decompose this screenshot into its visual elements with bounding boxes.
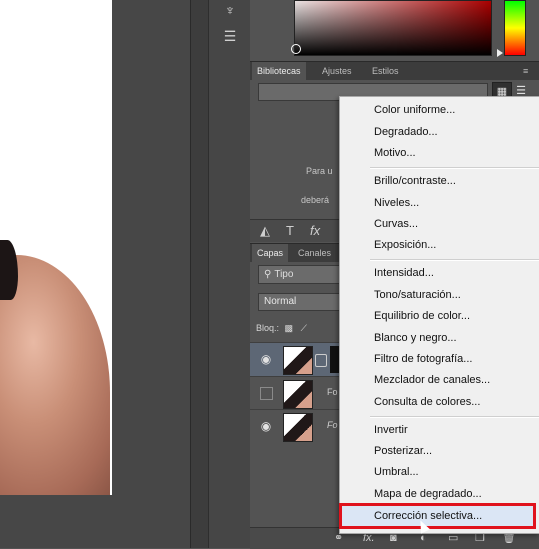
menu-separator xyxy=(370,259,539,261)
library-tabbar: Bibliotecas Ajustes Estilos ≡ xyxy=(250,61,539,80)
tab-canales[interactable]: Canales xyxy=(293,244,336,262)
color-swatch-add-icon[interactable]: ◭ xyxy=(260,220,270,242)
menu-item-intensidad[interactable]: Intensidad... xyxy=(374,263,434,283)
hue-slider[interactable] xyxy=(504,0,526,56)
panel-menu-icon[interactable]: ≡ xyxy=(518,62,533,80)
layer-filter-select[interactable]: ⚲ Tipo xyxy=(258,265,342,284)
menu-item-motivo[interactable]: Motivo... xyxy=(374,143,416,163)
library-info-line1: Para u xyxy=(306,166,333,176)
color-picker-cursor[interactable] xyxy=(291,44,301,54)
menu-item-blanco-negro[interactable]: Blanco y negro... xyxy=(374,328,457,348)
menu-item-consulta-colores[interactable]: Consulta de colores... xyxy=(374,392,480,412)
layer-name[interactable]: Fo xyxy=(327,420,338,430)
photo-hair xyxy=(0,240,18,300)
tab-estilos[interactable]: Estilos xyxy=(367,62,404,80)
tab-capas[interactable]: Capas xyxy=(252,244,289,262)
lock-row: Bloq.: ▩ ⟋ xyxy=(256,320,307,336)
menu-item-exposicion[interactable]: Exposición... xyxy=(374,235,436,255)
menu-item-equilibrio-color[interactable]: Equilibrio de color... xyxy=(374,306,470,326)
menu-item-tono-saturacion[interactable]: Tono/saturación... xyxy=(374,285,461,305)
menu-item-degradado[interactable]: Degradado... xyxy=(374,122,438,142)
sliders-icon[interactable]: ☰ xyxy=(219,26,241,46)
tab-ajustes[interactable]: Ajustes xyxy=(317,62,357,80)
tab-bibliotecas[interactable]: Bibliotecas xyxy=(252,62,306,80)
visibility-eye-icon[interactable]: ◉ xyxy=(258,419,274,433)
document-image[interactable] xyxy=(0,0,112,495)
layer-thumbnail xyxy=(283,380,313,409)
menu-item-correccion-selectiva-label: Corrección selectiva... xyxy=(374,510,483,522)
visibility-eye-icon[interactable]: ◉ xyxy=(258,352,274,366)
color-picker-field[interactable] xyxy=(294,0,492,56)
lock-transparent-icon[interactable]: ▩ xyxy=(285,323,294,333)
panel-tool-strip: ♆ ☰ xyxy=(208,0,252,548)
menu-item-umbral[interactable]: Umbral... xyxy=(374,462,419,482)
menu-separator xyxy=(370,416,539,418)
layer-thumbnail xyxy=(283,413,313,442)
brush-preset-icon[interactable]: ♆ xyxy=(219,0,241,20)
visibility-off-box[interactable] xyxy=(260,387,273,400)
layer-filter-label: Tipo xyxy=(274,269,294,280)
menu-item-correccion-selectiva[interactable]: Corrección selectiva... xyxy=(339,503,536,529)
menu-item-color-uniforme[interactable]: Color uniforme... xyxy=(374,100,455,120)
menu-item-filtro-fotografia[interactable]: Filtro de fotografía... xyxy=(374,349,472,369)
menu-separator xyxy=(370,167,539,169)
menu-item-mapa-degradado[interactable]: Mapa de degradado... xyxy=(374,484,482,504)
menu-item-niveles[interactable]: Niveles... xyxy=(374,193,419,213)
blend-mode-value: Normal xyxy=(264,296,297,307)
library-info-line2: deberá xyxy=(301,195,330,205)
search-icon: ⚲ xyxy=(264,269,272,280)
menu-item-mezclador-canales[interactable]: Mezclador de canales... xyxy=(374,370,490,390)
menu-item-invertir[interactable]: Invertir xyxy=(374,420,408,440)
hue-slider-arrow-icon[interactable] xyxy=(497,49,503,57)
text-style-add-icon[interactable]: T xyxy=(286,220,294,242)
lock-label: Bloq.: xyxy=(256,323,280,333)
menu-item-brillo-contraste[interactable]: Brillo/contraste... xyxy=(374,171,456,191)
canvas-vertical-scrollbar[interactable] xyxy=(190,0,209,548)
layer-name[interactable]: Fo xyxy=(327,387,338,397)
layer-thumbnail xyxy=(283,346,313,375)
adjustment-layer-menu: Color uniforme... Degradado... Motivo...… xyxy=(339,96,539,534)
photo-shoulder xyxy=(0,255,110,495)
menu-item-curvas[interactable]: Curvas... xyxy=(374,214,418,234)
document-canvas-area xyxy=(0,0,209,548)
blend-mode-select[interactable]: Normal xyxy=(258,293,342,311)
menu-item-posterizar[interactable]: Posterizar... xyxy=(374,441,432,461)
lock-paint-icon[interactable]: ⟋ xyxy=(301,323,307,333)
layer-style-add-icon[interactable]: fx xyxy=(310,220,320,242)
link-chain-icon[interactable] xyxy=(315,354,327,367)
